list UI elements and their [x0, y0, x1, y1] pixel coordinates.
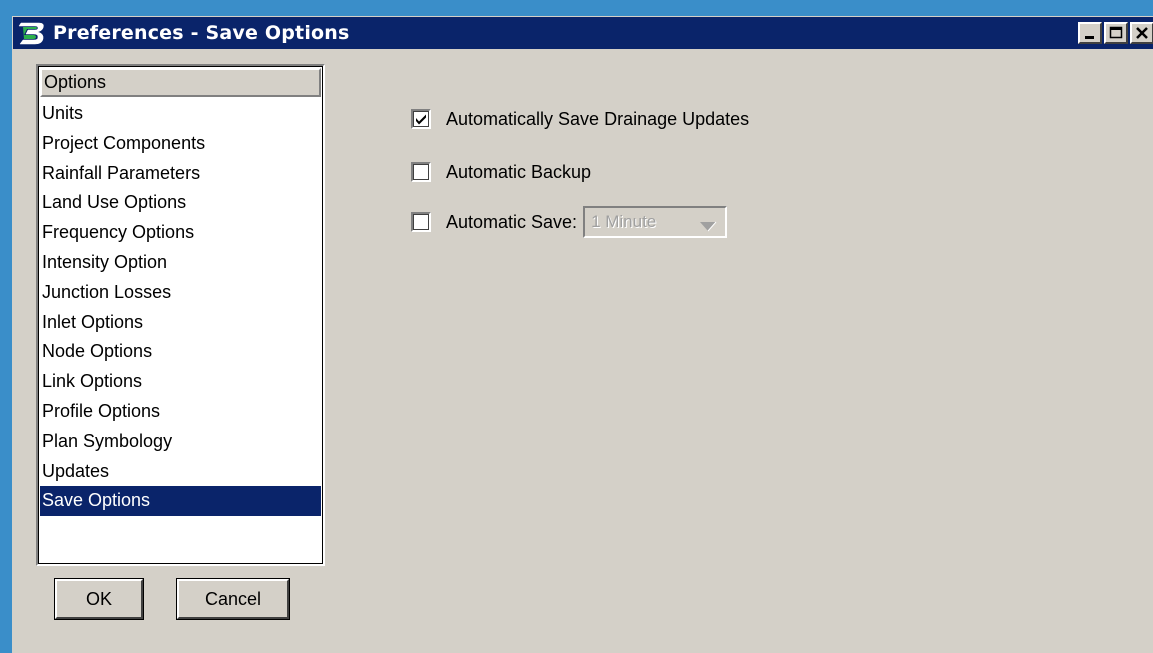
auto-backup-row: Automatic Backup — [411, 157, 591, 187]
auto-backup-checkbox[interactable] — [411, 162, 431, 182]
auto-save-checkbox[interactable] — [411, 212, 431, 232]
option-item-inlet-options[interactable]: Inlet Options — [40, 308, 323, 338]
auto-save-interval-dropdown[interactable]: 1 Minute — [583, 206, 728, 238]
bentley-b-icon — [15, 18, 49, 48]
option-item-project-components[interactable]: Project Components — [40, 129, 323, 159]
auto-backup-label: Automatic Backup — [446, 161, 592, 182]
option-item-plan-symbology[interactable]: Plan Symbology — [40, 427, 323, 457]
auto-save-interval-value: 1 Minute — [591, 212, 657, 231]
option-item-units[interactable]: Units — [40, 99, 323, 129]
minimize-icon[interactable] — [1078, 22, 1102, 44]
window-title: Preferences - Save Options — [53, 22, 350, 44]
cancel-button[interactable]: Cancel — [176, 578, 290, 620]
options-listbox[interactable]: Options Units Project Components Rainfal… — [36, 64, 325, 566]
maximize-icon[interactable] — [1104, 22, 1128, 44]
option-item-link-options[interactable]: Link Options — [40, 367, 323, 397]
auto-save-drainage-label: Automatically Save Drainage Updates — [446, 108, 750, 129]
auto-save-label: Automatic Save: — [446, 211, 578, 232]
triangle-down-icon[interactable] — [699, 217, 717, 238]
checkmark-icon — [416, 114, 426, 125]
option-item-frequency-options[interactable]: Frequency Options — [40, 218, 323, 248]
title-bar[interactable]: Preferences - Save Options — [13, 17, 1153, 49]
option-item-junction-losses[interactable]: Junction Losses — [40, 278, 323, 308]
option-item-profile-options[interactable]: Profile Options — [40, 397, 323, 427]
preferences-window: Preferences - Save Options Options Units… — [12, 16, 1153, 653]
option-item-intensity-option[interactable]: Intensity Option — [40, 248, 323, 278]
option-item-land-use-options[interactable]: Land Use Options — [40, 188, 323, 218]
auto-save-drainage-checkbox[interactable] — [411, 109, 431, 129]
close-icon[interactable] — [1130, 22, 1153, 44]
option-item-save-options[interactable]: Save Options — [40, 486, 321, 517]
option-item-updates[interactable]: Updates — [40, 457, 323, 487]
auto-save-drainage-row: Automatically Save Drainage Updates — [411, 104, 749, 134]
option-item-rainfall-parameters[interactable]: Rainfall Parameters — [40, 159, 323, 189]
option-item-node-options[interactable]: Node Options — [40, 337, 323, 367]
auto-save-row: Automatic Save: 1 Minute — [411, 206, 728, 238]
options-list-items: Units Project Components Rainfall Parame… — [40, 99, 323, 517]
ok-button[interactable]: OK — [54, 578, 144, 620]
options-list-header[interactable]: Options — [40, 68, 321, 97]
title-buttons — [1076, 22, 1153, 44]
